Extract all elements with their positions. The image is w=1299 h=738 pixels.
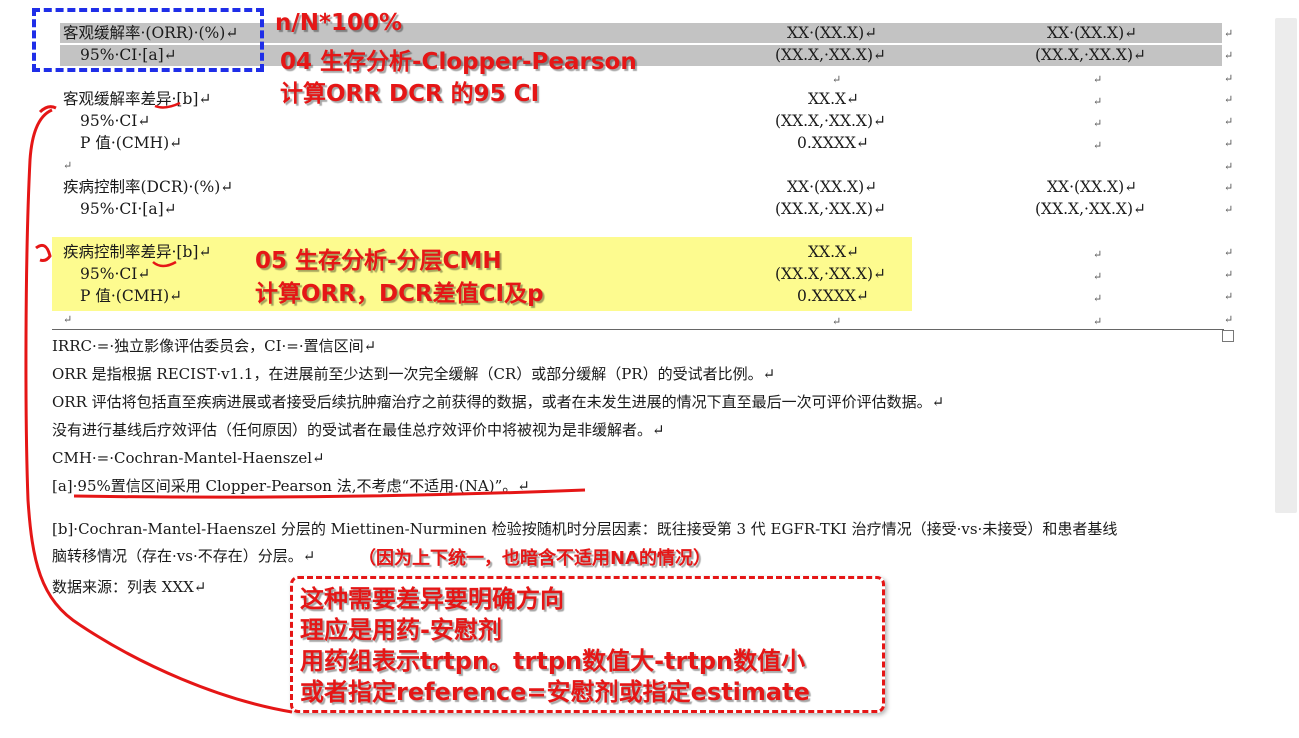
dcr-p-col2: ↵ [1093,292,1103,305]
table-bottom-rule [52,329,1224,330]
cell-end-marker: ↵ [1224,290,1234,303]
cell-end-marker: ↵ [1224,93,1234,106]
footnote-a: [a]·95%置信区间采用 Clopper-Pearson 法,不考虑“不适用·… [52,477,530,495]
document-page: 客观缓解率·(ORR)·(%)↵ 95%·CI·[a]↵ 客观缓解率差异·[b]… [0,0,1299,738]
row-dcr-diff-ci-label: 95%·CI↵ [80,265,151,283]
cmh-annotation-line2: 计算ORR，DCR差值CI及p [255,281,544,307]
cell-end-marker: ↵ [1224,137,1234,150]
cell-end-marker: ↵ [1224,181,1234,194]
data-source: 数据来源：列表 XXX↵ [52,578,207,596]
blank-col2: ↵ [1093,73,1103,86]
cmh-annotation-line1: 05 生存分析-分层CMH [255,248,502,274]
footnote-nonresponder: 没有进行基线后疗效评估（任何原因）的受试者在最佳总疗效评价中将被视为是非缓解者。… [52,421,665,439]
dcr-diff-col1: XX.X↵ [808,243,860,261]
row-empty-marker-1: ↵ [63,159,73,172]
orr-diff-col2: ↵ [1093,95,1103,108]
orr-p-col1: 0.XXXX↵ [797,134,869,152]
orr-col2: XX·(XX.X)↵ [1047,24,1138,42]
table-resize-handle[interactable] [1222,330,1234,342]
row-orr-diff-ci-label: 95%·CI↵ [80,112,151,130]
connector-tick-mid [35,243,52,262]
dcr-diff-col2: ↵ [1093,248,1103,261]
orr-diff-ci-col2: ↵ [1093,117,1103,130]
footnote-orr-definition: ORR 是指根据 RECIST·v1.1，在进展前至少达到一次完全缓解（CR）或… [52,365,776,383]
footnote-b-line1: [b]·Cochran-Mantel-Haenszel 分层的 Miettine… [52,520,1118,538]
dcr-diff-ci-col1: (XX.X,·XX.X)↵ [775,265,886,283]
orr-diff-col1: XX.X↵ [808,90,860,108]
dcr-diff-ci-col2: ↵ [1093,270,1103,283]
cell-end-marker: ↵ [1224,160,1234,173]
cell-end-marker: ↵ [1224,27,1234,40]
row-dcr-label: 疾病控制率(DCR)·(%)↵ [63,178,234,196]
cell-end-marker: ↵ [1224,49,1234,62]
dcr-ci-col2: (XX.X,·XX.X)↵ [1035,200,1146,218]
footnote-orr-assessment: ORR 评估将包括直至疾病进展或者接受后续抗肿瘤治疗之前获得的数据，或者在未发生… [52,393,945,411]
orr-ci-col2: (XX.X,·XX.X)↵ [1035,46,1146,64]
dcr-p-col1: 0.XXXX↵ [797,287,869,305]
cell-end-marker: ↵ [1224,115,1234,128]
vertical-scrollbar[interactable] [1275,18,1297,513]
orr-ci-col1: (XX.X,·XX.X)↵ [775,46,886,64]
row-orr-p-label: P 值·(CMH)↵ [80,134,183,152]
orr-diff-ci-col1: (XX.X,·XX.X)↵ [775,112,886,130]
blank-col1: ↵ [832,73,842,86]
callout-line-3: 用药组表示trtpn。trtpn数值大-trtpn数值小 [300,647,806,675]
footnote-b-annotation: （因为上下统一，也暗含不适用NA的情况） [358,548,711,569]
connector-tick-top [38,105,57,114]
row-empty-marker-2: ↵ [63,313,73,326]
orr-col1: XX·(XX.X)↵ [787,24,878,42]
dcr-col1: XX·(XX.X)↵ [787,178,878,196]
row-dcr-diff-label: 疾病控制率差异·[b]↵ [63,243,212,261]
row-dcr-p-label: P 值·(CMH)↵ [80,287,183,305]
cell-end-marker: ↵ [1224,72,1234,85]
dcr-ci-col1: (XX.X,·XX.X)↵ [775,200,886,218]
footnote-cmh: CMH·=·Cochran-Mantel-Haenszel↵ [52,449,325,467]
blue-dashed-annotation-box [32,8,264,72]
clopper-annotation-line1: 04 生存分析-Clopper-Pearson [280,49,637,75]
footnote-irrc: IRRC·=·独立影像评估委员会，CI·=·置信区间↵ [52,337,377,355]
callout-line-1: 这种需要差异要明确方向 [300,585,564,613]
cell-end-marker: ↵ [1224,246,1234,259]
cell-end-marker: ↵ [1224,203,1234,216]
callout-line-2: 理应是用药-安慰剂 [300,616,502,644]
row-dcr-ci-label: 95%·CI·[a]↵ [80,200,177,218]
row-orr-diff-label: 客观缓解率差异·[b]↵ [63,90,212,108]
cell-end-marker: ↵ [1224,313,1234,326]
callout-line-4: 或者指定reference=安慰剂或指定estimate [300,678,810,706]
cell-end-marker: ↵ [1224,268,1234,281]
orr-p-col2: ↵ [1093,139,1103,152]
clopper-annotation-line2: 计算ORR DCR 的95 CI [280,81,540,107]
dcr-col2: XX·(XX.X)↵ [1047,178,1138,196]
formula-annotation: n/N*100% [275,10,403,36]
footnote-b-line2: 脑转移情况（存在·vs·不存在）分层。↵ [52,547,316,565]
